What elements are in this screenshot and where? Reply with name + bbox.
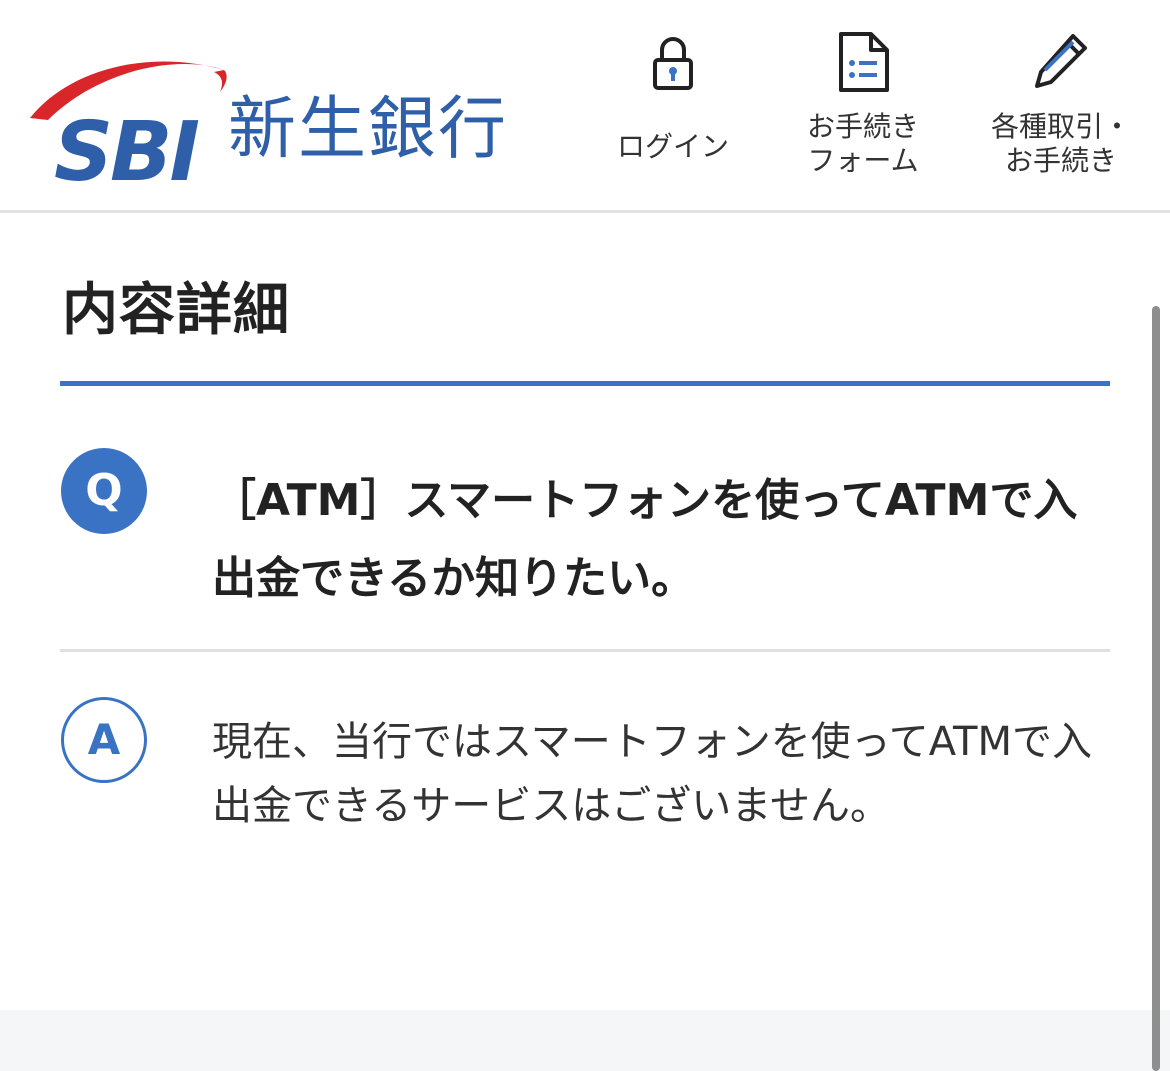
footer-area [0, 1010, 1170, 1071]
nav-transactions-procedures-label: 各種取引・ お手続き [990, 110, 1131, 177]
form-document-icon [839, 32, 889, 92]
title-underline [60, 381, 1110, 386]
nav-procedure-forms[interactable]: お手続き フォーム [778, 30, 948, 190]
nav-login[interactable]: ログイン [588, 30, 758, 190]
question-badge: Q [61, 448, 147, 534]
nav-procedure-forms-label: お手続き フォーム [806, 110, 919, 177]
answer-text: 現在、当行ではスマートフォンを使ってATMで入出金できるサービスはございません。 [212, 719, 1093, 829]
nav-transactions-procedures[interactable]: 各種取引・ お手続き [966, 30, 1156, 190]
page-title: 内容詳細 [62, 278, 290, 343]
pencil-icon [1035, 34, 1087, 88]
logo-bank-name: 新生銀行 [228, 90, 509, 169]
answer-badge: A [61, 697, 147, 783]
sbi-shinsei-bank-logo[interactable]: SBI 新生銀行 [28, 40, 528, 194]
question-text: ［ATM］スマートフォンを使ってATMで入出金できるか知りたい。 [212, 475, 1078, 604]
lock-icon [653, 37, 693, 90]
logo-brand-text: SBI [54, 105, 200, 200]
qa-divider [60, 649, 1110, 652]
nav-login-label: ログイン [616, 130, 729, 163]
site-header: SBI 新生銀行 ログイン お手続き フォーム 各種取引・ お手続き [0, 0, 1170, 213]
scrollbar[interactable] [1152, 306, 1160, 1071]
